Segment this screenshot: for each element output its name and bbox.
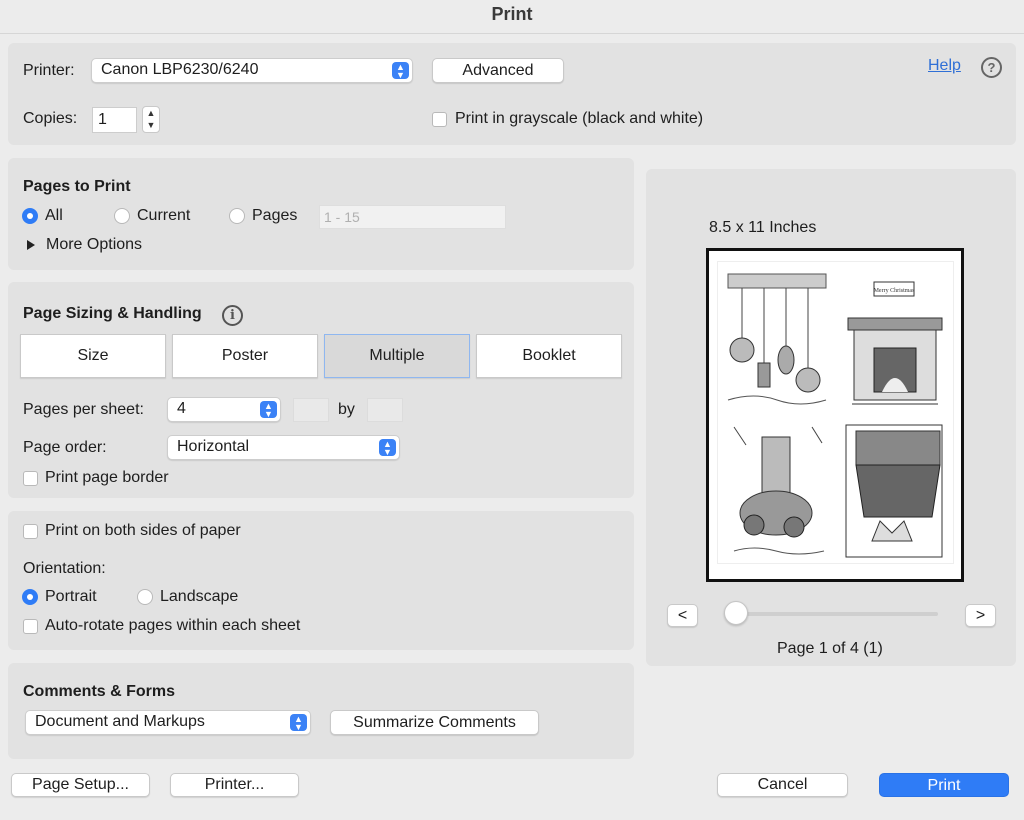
previous-page-button[interactable]: < [667, 604, 698, 627]
printer-select-value: Canon LBP6230/6240 [101, 61, 259, 78]
page-order-label: Page order: [23, 439, 107, 456]
radio-all[interactable] [22, 208, 38, 224]
paper-size-label: 8.5 x 11 Inches [709, 219, 817, 236]
comments-select-value: Document and Markups [35, 713, 205, 730]
chevron-up-icon[interactable]: ▲ [143, 107, 159, 119]
page-slider-thumb[interactable] [724, 601, 748, 625]
select-arrows-icon: ▲ ▼ [290, 714, 307, 732]
custom-rows-field [367, 398, 403, 422]
radio-portrait[interactable] [22, 589, 38, 605]
radio-current[interactable] [114, 208, 130, 224]
help-link[interactable]: Help [928, 57, 961, 75]
radio-pages[interactable] [229, 208, 245, 224]
booklet-button[interactable]: Booklet [476, 334, 622, 378]
fireplace-sign-text: Merry Christmas [874, 288, 915, 294]
landscape-label: Landscape [160, 588, 239, 605]
pages-per-sheet-label: Pages per sheet: [23, 401, 144, 418]
ornaments-illustration [727, 273, 827, 405]
select-arrows-icon: ▲ ▼ [392, 62, 409, 80]
candle-illustration [733, 426, 825, 555]
cancel-button[interactable]: Cancel [717, 773, 848, 797]
radio-all-label: All [45, 207, 63, 224]
more-options-label[interactable]: More Options [46, 236, 142, 254]
info-icon[interactable]: i [222, 305, 243, 326]
fireplace-illustration: Merry Christmas [847, 281, 943, 405]
radio-pages-label: Pages [252, 207, 298, 224]
select-arrows-icon: ▲ ▼ [379, 439, 396, 457]
grayscale-checkbox[interactable] [432, 112, 447, 127]
page-sizing-heading: Page Sizing & Handling [23, 305, 202, 322]
multiple-button[interactable]: Multiple [324, 334, 470, 378]
orientation-label: Orientation: [23, 560, 106, 577]
printer-select[interactable]: Canon LBP6230/6240 ▲ ▼ [91, 58, 413, 83]
next-page-button[interactable]: > [965, 604, 996, 627]
page-border-checkbox[interactable] [23, 471, 38, 486]
print-button[interactable]: Print [879, 773, 1009, 797]
pages-per-sheet-value: 4 [177, 400, 186, 417]
radio-landscape[interactable] [137, 589, 153, 605]
stocking-illustration [845, 424, 943, 558]
preview-page: Merry Christmas [706, 248, 964, 582]
poster-button[interactable]: Poster [172, 334, 318, 378]
page-slider-track[interactable] [735, 612, 938, 616]
pages-per-sheet-select[interactable]: 4 ▲ ▼ [167, 397, 281, 422]
page-range-field[interactable]: 1 - 15 [319, 205, 506, 229]
copies-stepper[interactable]: ▲ ▼ [142, 106, 160, 133]
advanced-button[interactable]: Advanced [432, 58, 564, 83]
page-setup-button[interactable]: Page Setup... [11, 773, 150, 797]
summarize-comments-button[interactable]: Summarize Comments [330, 710, 539, 735]
portrait-label: Portrait [45, 588, 97, 605]
question-circle-icon[interactable]: ? [981, 57, 1002, 78]
size-button[interactable]: Size [20, 334, 166, 378]
window-title: Print [0, 0, 1024, 34]
page-border-label: Print page border [45, 469, 169, 486]
by-label: by [338, 401, 355, 418]
select-arrows-icon: ▲ ▼ [260, 401, 277, 419]
comments-select[interactable]: Document and Markups ▲ ▼ [25, 710, 311, 735]
autorotate-label: Auto-rotate pages within each sheet [45, 617, 301, 634]
preview-sheet: Merry Christmas [717, 261, 954, 564]
pages-to-print-heading: Pages to Print [23, 178, 131, 195]
page-order-value: Horizontal [177, 438, 250, 455]
copies-field[interactable]: 1 [92, 107, 137, 133]
both-sides-checkbox[interactable] [23, 524, 38, 539]
printer-button[interactable]: Printer... [170, 773, 299, 797]
copies-value: 1 [98, 111, 107, 128]
autorotate-checkbox[interactable] [23, 619, 38, 634]
both-sides-label: Print on both sides of paper [45, 522, 241, 539]
disclosure-triangle-icon[interactable] [27, 240, 35, 250]
printer-label: Printer: [23, 62, 75, 79]
copies-label: Copies: [23, 110, 78, 127]
radio-current-label: Current [137, 207, 191, 224]
grayscale-label: Print in grayscale (black and white) [455, 110, 704, 127]
page-order-select[interactable]: Horizontal ▲ ▼ [167, 435, 400, 460]
comments-heading: Comments & Forms [23, 683, 176, 700]
custom-columns-field [293, 398, 329, 422]
page-status: Page 1 of 4 (1) [777, 640, 883, 657]
chevron-down-icon[interactable]: ▼ [143, 119, 159, 131]
